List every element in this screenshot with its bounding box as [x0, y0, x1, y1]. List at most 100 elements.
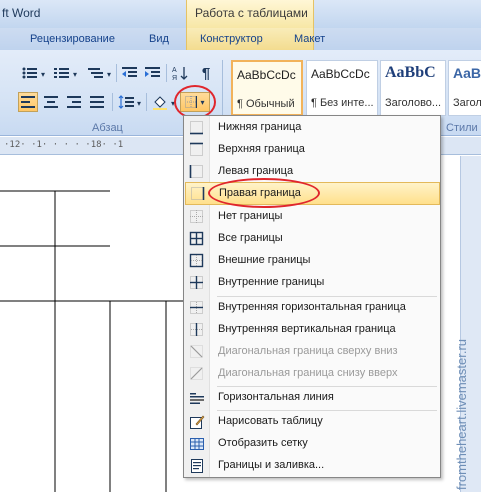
bullets-icon	[22, 67, 37, 79]
increase-indent-icon	[145, 67, 160, 77]
numbering-dropdown-arrow-icon[interactable]: ▾	[73, 70, 77, 79]
menu-item-inside-vertical-border[interactable]: Внутренняя вертикальная граница	[185, 319, 440, 341]
line-spacing-dropdown-arrow-icon[interactable]: ▾	[137, 99, 141, 108]
style-preview: AaBbC	[385, 64, 436, 81]
style-name: Заголово...	[385, 97, 442, 109]
diagonal-up-border-icon	[190, 367, 203, 380]
numbering-button[interactable]	[52, 63, 72, 83]
menu-item-label: Внутренние границы	[218, 276, 325, 288]
menu-item-all-borders[interactable]: Все границы	[185, 228, 440, 250]
align-center-button[interactable]	[41, 92, 61, 112]
draw-table-icon	[190, 415, 205, 429]
svg-text:A: A	[172, 67, 177, 74]
align-right-button[interactable]	[64, 92, 84, 112]
paragraph-group-label: Абзац	[92, 122, 123, 134]
top-border-icon	[190, 142, 203, 156]
tab-review[interactable]: Рецензирование	[30, 33, 115, 45]
highlight-ring	[174, 85, 216, 119]
menu-item-left-border[interactable]: Левая граница	[185, 161, 440, 183]
menu-item-view-gridlines[interactable]: Отобразить сетку	[185, 433, 440, 455]
menu-item-diagonal-up-border: Диагональная граница снизу вверх	[185, 363, 440, 385]
tab-view[interactable]: Вид	[149, 33, 169, 45]
align-left-button[interactable]	[18, 92, 38, 112]
borders-dropdown-menu: Нижняя граница Верхняя граница Левая гра…	[183, 115, 441, 478]
watermark-text: fromtheheart.livemaster.ru	[454, 338, 469, 490]
style-heading-2[interactable]: AaBb Заголо	[448, 60, 481, 116]
line-spacing-button[interactable]	[116, 92, 136, 112]
justify-icon	[90, 96, 104, 108]
menu-item-inside-borders[interactable]: Внутренние границы	[185, 272, 440, 294]
shading-bucket-icon	[153, 96, 167, 110]
menu-item-diagonal-down-border: Диагональная граница сверху вниз	[185, 341, 440, 363]
align-left-icon	[21, 96, 35, 108]
window-title: ft Word	[2, 6, 41, 20]
decrease-indent-icon	[122, 67, 137, 77]
menu-item-label: Диагональная граница снизу вверх	[218, 367, 398, 379]
menu-item-label: Отобразить сетку	[218, 437, 308, 449]
menu-item-label: Горизонтальная линия	[218, 391, 334, 403]
menu-item-label: Верхняя граница	[218, 143, 305, 155]
left-border-icon	[189, 165, 203, 178]
menu-item-label: Левая граница	[218, 165, 294, 177]
menu-item-no-border[interactable]: Нет границы	[185, 206, 440, 228]
group-divider	[222, 60, 223, 118]
menu-item-label: Нарисовать таблицу	[218, 415, 323, 427]
increase-indent-button[interactable]	[143, 63, 163, 83]
menu-item-draw-table[interactable]: Нарисовать таблицу	[185, 411, 440, 433]
inside-vertical-border-icon	[190, 323, 203, 336]
bullets-dropdown-arrow-icon[interactable]: ▾	[41, 70, 45, 79]
borders-shading-icon	[191, 459, 203, 473]
ribbon-divider	[116, 64, 117, 82]
style-preview: AaBb	[453, 65, 481, 81]
multilevel-list-icon	[88, 68, 103, 78]
multilevel-list-button[interactable]	[86, 63, 106, 83]
style-name: ¶ Без инте...	[311, 97, 374, 109]
style-preview: AaBbCcDc	[311, 67, 370, 81]
menu-item-label: Все границы	[218, 232, 283, 244]
style-normal[interactable]: AaBbCcDc ¶ Обычный	[231, 60, 303, 116]
view-gridlines-icon	[190, 438, 204, 450]
menu-item-horizontal-line[interactable]: Горизонтальная линия	[185, 387, 440, 409]
align-center-icon	[44, 96, 58, 108]
menu-item-outside-borders[interactable]: Внешние границы	[185, 250, 440, 272]
menu-item-label: Диагональная граница сверху вниз	[218, 345, 398, 357]
menu-item-borders-and-shading[interactable]: Границы и заливка...	[185, 455, 440, 477]
menu-item-inside-horizontal-border[interactable]: Внутренняя горизонтальная граница	[185, 297, 440, 319]
multilevel-dropdown-arrow-icon[interactable]: ▾	[107, 70, 111, 79]
diagonal-down-border-icon	[190, 345, 203, 358]
menu-item-bottom-border[interactable]: Нижняя граница	[185, 117, 440, 139]
menu-item-top-border[interactable]: Верхняя граница	[185, 139, 440, 161]
menu-item-label: Внутренняя вертикальная граница	[218, 323, 396, 335]
inside-borders-icon	[190, 276, 203, 289]
tab-layout[interactable]: Макет	[294, 33, 325, 45]
highlight-ring	[208, 178, 320, 208]
menu-item-label: Внутренняя горизонтальная граница	[218, 301, 406, 313]
styles-group-label: Стили	[446, 122, 478, 134]
shading-button[interactable]	[150, 92, 170, 112]
no-border-icon	[190, 210, 203, 223]
table-tools-label: Работа с таблицами	[195, 6, 308, 20]
bottom-border-icon	[190, 121, 203, 135]
tab-design[interactable]: Конструктор	[200, 33, 263, 45]
bullets-button[interactable]	[20, 63, 40, 83]
decrease-indent-button[interactable]	[120, 63, 140, 83]
justify-button[interactable]	[87, 92, 107, 112]
sort-button[interactable]: AЯ	[170, 63, 190, 83]
outside-borders-icon	[189, 253, 204, 268]
all-borders-icon	[189, 231, 204, 246]
ribbon-divider	[146, 93, 147, 111]
style-preview: AaBbCcDc	[237, 68, 296, 82]
numbering-icon	[54, 68, 69, 78]
ruler-ticks: ·12· ·1· · · · ·18· ·1	[4, 140, 124, 150]
style-name: ¶ Обычный	[237, 98, 295, 110]
show-formatting-button[interactable]: ¶	[196, 63, 216, 83]
menu-item-label: Нет границы	[218, 210, 283, 222]
menu-item-label: Границы и заливка...	[218, 459, 325, 471]
inside-horizontal-border-icon	[190, 301, 203, 314]
horizontal-line-icon	[190, 393, 204, 404]
menu-item-label: Внешние границы	[218, 254, 311, 266]
align-right-icon	[67, 96, 81, 108]
ribbon-divider	[166, 64, 167, 82]
style-no-spacing[interactable]: AaBbCcDc ¶ Без инте...	[306, 60, 378, 116]
style-heading-1[interactable]: AaBbC Заголово...	[380, 60, 446, 116]
